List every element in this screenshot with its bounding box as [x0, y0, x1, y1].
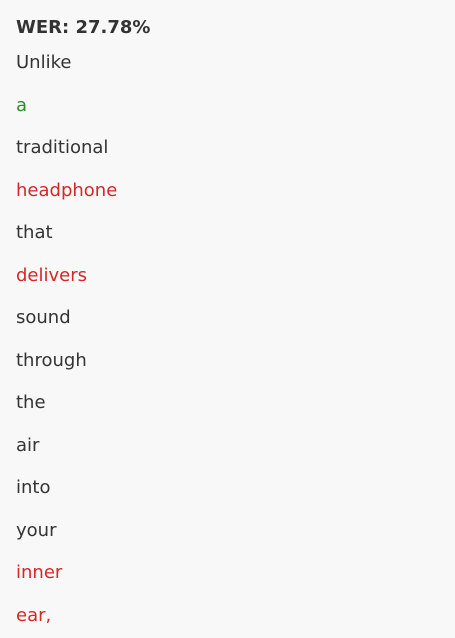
transcript-word: a: [16, 94, 28, 116]
transcript-word: through: [16, 349, 87, 371]
transcript-word: that: [16, 222, 53, 243]
transcript-word: your: [16, 519, 57, 541]
transcript-word: inner: [16, 562, 63, 583]
transcript-word: into: [16, 477, 51, 498]
transcript-word: Unlike: [16, 52, 72, 73]
transcript-word: delivers: [16, 264, 88, 286]
transcript-word: sound: [16, 307, 71, 328]
transcript-word: ear,: [16, 604, 52, 626]
wer-result-panel: WER: 27.78% Unlike a traditional headpho…: [0, 0, 455, 638]
transcript-word: air: [16, 434, 40, 456]
transcript-word: traditional: [16, 137, 109, 158]
wer-score: WER: 27.78%: [16, 17, 151, 38]
transcript-word: the: [16, 392, 46, 413]
word-list: Unlike a traditional headphone that deli…: [16, 52, 117, 638]
transcript-word: headphone: [16, 179, 118, 201]
